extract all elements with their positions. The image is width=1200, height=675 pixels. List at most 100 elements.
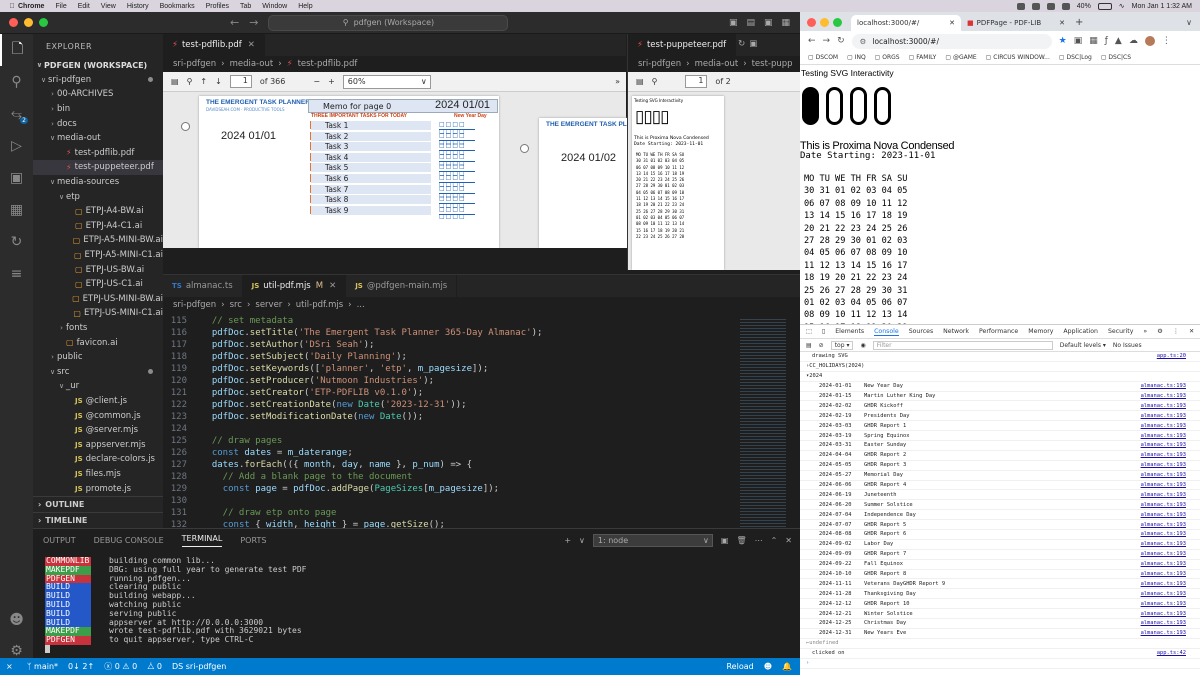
editor-tab[interactable]: JS @pdfgen-main.mjs	[346, 275, 458, 297]
source-link[interactable]: almanac.ts:193	[1141, 403, 1186, 409]
wifi-icon[interactable]: ∿	[1119, 2, 1125, 10]
problems-status[interactable]: ⓧ 0 ⚠ 0	[104, 661, 137, 672]
bookmark-star-icon[interactable]: ★	[1059, 36, 1067, 46]
settings-gear-icon[interactable]: ⚙	[1157, 328, 1163, 335]
tree-item[interactable]: ▢ ETPJ-A5-MINI-C1.ai	[33, 248, 163, 263]
branch-status[interactable]: ᛉ main*	[27, 662, 58, 671]
tree-item[interactable]: JS declare-colors.js	[33, 452, 163, 467]
device-icon[interactable]: ▯	[822, 328, 825, 335]
bookmark-item[interactable]: ▢ ORGS	[875, 54, 900, 61]
command-center-search[interactable]: ⚲ pdfgen (Workspace)	[268, 14, 509, 31]
profile-avatar[interactable]	[1144, 36, 1155, 46]
bookmark-item[interactable]: ▢ CIRCUS WINDOW...	[986, 54, 1050, 61]
breadcrumb-item[interactable]: test-pupp	[752, 59, 793, 69]
tree-item[interactable]: ▢ ETPJ-A4-C1.ai	[33, 219, 163, 234]
zoom-select[interactable]: 60% ∨	[342, 74, 431, 89]
page-select-radio[interactable]	[181, 122, 190, 131]
eye-icon[interactable]: ◉	[860, 342, 865, 349]
tree-item[interactable]: JS promote.js	[33, 481, 163, 496]
terminal-output[interactable]: COMMONLIB building common lib... MAKEPDF DB…	[33, 552, 800, 653]
new-terminal-icon[interactable]: +	[564, 536, 571, 545]
tree-item[interactable]: › public	[33, 350, 163, 365]
console-group[interactable]: CC_HOLIDAYS(2024)	[809, 363, 864, 369]
breadcrumb-item[interactable]: util-pdf.mjs	[296, 300, 343, 310]
breadcrumb-item[interactable]: server	[255, 300, 282, 310]
tree-item[interactable]: › bin	[33, 102, 163, 117]
panel-tab-terminal[interactable]: TERMINAL	[181, 534, 223, 547]
source-link[interactable]: app.ts:20	[1157, 353, 1186, 359]
tree-item[interactable]: ∨ src	[33, 364, 163, 379]
close-icon[interactable]: ✕	[1059, 19, 1065, 27]
maximize-window-button[interactable]	[833, 18, 842, 27]
bookmark-item[interactable]: ▢ DSC|CS	[1101, 54, 1131, 61]
tree-item[interactable]: › 00-ARCHIVES	[33, 87, 163, 102]
more-menu-icon[interactable]: ⋮	[1162, 36, 1171, 46]
svg-digit[interactable]: 0	[874, 87, 891, 125]
remote-explorer-icon[interactable]: ▣	[0, 162, 33, 194]
levels-select[interactable]: Default levels ▾	[1060, 342, 1106, 349]
editor-tab[interactable]: JS util-pdf.mjs M ✕	[242, 275, 347, 297]
inspect-icon[interactable]: ⬚	[806, 328, 812, 335]
menu-file[interactable]: File	[55, 3, 66, 10]
source-link[interactable]: almanac.ts:193	[1141, 393, 1186, 399]
svg-digit[interactable]: 0	[850, 87, 867, 125]
more-tools-icon[interactable]: »	[615, 77, 620, 86]
devtools-tab-network[interactable]: Network	[943, 328, 969, 335]
menu-edit[interactable]: Edit	[78, 3, 90, 10]
close-icon[interactable]: ✕	[1189, 328, 1200, 335]
workspace-root[interactable]: ∨ PDFGEN (WORKSPACE)	[33, 58, 163, 73]
issues-label[interactable]: No Issues	[1113, 342, 1142, 349]
source-link[interactable]: almanac.ts:193	[1141, 581, 1186, 587]
toggle-secondary-sidebar-icon[interactable]: ▣	[764, 18, 773, 28]
address-bar[interactable]: ⚙ localhost:3000/#/	[851, 33, 1052, 49]
feedback-icon[interactable]: ☻	[764, 662, 772, 671]
tree-item[interactable]: ▢ ETPJ-US-MINI-BW.ai	[33, 292, 163, 307]
close-window-button[interactable]	[807, 18, 816, 27]
close-icon[interactable]: ✕	[949, 19, 955, 27]
forward-arrow-icon[interactable]: →	[823, 36, 831, 46]
minimize-window-button[interactable]	[820, 18, 829, 27]
panel-tab-output[interactable]: OUTPUT	[43, 536, 76, 545]
close-icon[interactable]: ✕	[785, 536, 792, 545]
search-icon[interactable]: ⚲	[652, 77, 658, 86]
console-log[interactable]: drawing SVG app.ts:20 › CC_HOLIDAYS(2024) ▾…	[800, 352, 1200, 669]
pdf-viewport[interactable]: Testing SVG Interactivity ▯▯▯▯ This is P…	[628, 92, 800, 270]
bookmark-item[interactable]: ▢ @GAME	[945, 54, 976, 61]
extension-icon[interactable]: ƒ	[1105, 36, 1108, 46]
battery-icon[interactable]	[1097, 2, 1112, 10]
prev-page-icon[interactable]: ↑	[200, 77, 207, 86]
source-control-icon[interactable]: ⥃ 2	[0, 98, 33, 130]
devtools-tab-console[interactable]: Console	[874, 328, 899, 336]
minimap[interactable]	[740, 317, 786, 532]
source-link[interactable]: almanac.ts:193	[1141, 462, 1186, 468]
svg-digit[interactable]: 0	[802, 87, 819, 125]
tree-item[interactable]: ∨ _ur	[33, 379, 163, 394]
console-group[interactable]: 2024	[809, 373, 822, 379]
console-prompt[interactable]: ›	[800, 659, 1200, 669]
menubar-status-icon[interactable]	[1046, 2, 1055, 10]
extension-icon[interactable]: ▲	[1115, 36, 1122, 46]
menu-bookmarks[interactable]: Bookmarks	[160, 3, 195, 10]
tree-item[interactable]: ⚡ test-pdflib.pdf	[33, 146, 163, 161]
tree-item[interactable]: ∨ media-sources	[33, 175, 163, 190]
tree-item[interactable]: JS @server.mjs	[33, 423, 163, 438]
source-link[interactable]: almanac.ts:193	[1141, 492, 1186, 498]
chrome-tab-localhost[interactable]: localhost:3000/#/ ✕	[851, 15, 961, 31]
devtools-tab-memory[interactable]: Memory	[1028, 328, 1053, 335]
tree-item[interactable]: ▢ ETPJ-US-BW.ai	[33, 262, 163, 277]
source-link[interactable]: almanac.ts:193	[1141, 423, 1186, 429]
customize-layout-icon[interactable]: ▦	[781, 18, 790, 28]
tree-item[interactable]: ▢ ETPJ-US-C1.ai	[33, 277, 163, 292]
toggle-sidebar-icon[interactable]: ▣	[729, 18, 738, 28]
terminal-select[interactable]: 1: node ∨	[592, 534, 713, 547]
source-link[interactable]: almanac.ts:193	[1141, 571, 1186, 577]
forward-arrow-icon[interactable]: →	[249, 16, 258, 29]
explorer-icon[interactable]: 🗋	[0, 34, 33, 66]
source-link[interactable]: almanac.ts:193	[1141, 601, 1186, 607]
next-page-icon[interactable]: ↓	[215, 77, 222, 86]
source-link[interactable]: almanac.ts:193	[1141, 611, 1186, 617]
history-icon[interactable]: ↻	[736, 34, 747, 56]
breadcrumb-item[interactable]: media-out	[230, 59, 274, 69]
bookmark-item[interactable]: ▢ DSCOM	[808, 54, 838, 61]
source-link[interactable]: almanac.ts:193	[1141, 413, 1186, 419]
